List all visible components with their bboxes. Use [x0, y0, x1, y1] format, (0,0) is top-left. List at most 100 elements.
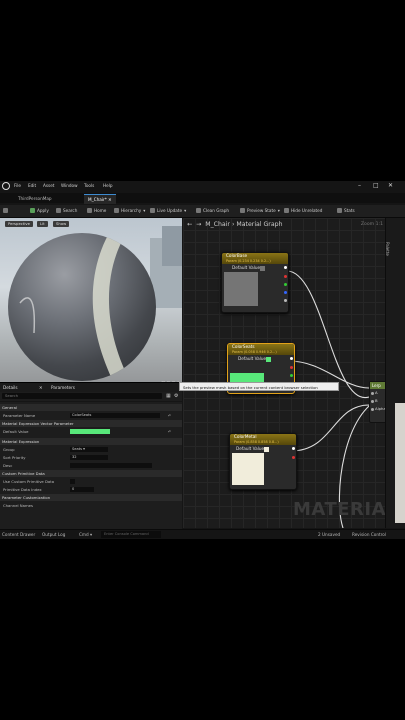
node-row-label: Default Value: [238, 356, 267, 361]
viewport-show-button[interactable]: Show: [53, 221, 70, 227]
hide-unrelated-button[interactable]: Hide Unrelated: [284, 208, 322, 213]
menu-file[interactable]: File: [14, 183, 21, 188]
viewport-lit-button[interactable]: Lit: [37, 221, 48, 227]
settings-gear-icon[interactable]: ⚙: [174, 393, 178, 399]
use-custom-label: Use Custom Primitive Data: [3, 479, 55, 484]
revision-control-button[interactable]: Revision Control: [352, 532, 386, 537]
save-button[interactable]: [3, 208, 8, 213]
output-pin-r[interactable]: [292, 456, 295, 459]
preview-state-icon: [240, 208, 245, 213]
section-parameter-customization[interactable]: Parameter Customization: [0, 494, 182, 501]
forward-arrow-icon[interactable]: →: [196, 221, 201, 228]
node-row-swatch[interactable]: [264, 447, 269, 452]
live-update-button[interactable]: Live Update ▾: [150, 208, 186, 213]
material-watermark: MATERIAL: [293, 499, 385, 520]
section-general[interactable]: General: [0, 404, 182, 411]
output-pin-rgb[interactable]: [292, 447, 295, 450]
menu-asset[interactable]: Asset: [43, 183, 54, 188]
breadcrumb-leaf[interactable]: Material Graph: [236, 221, 282, 228]
menu-bar: File Edit Asset Window Tools Help – □ ✕: [0, 181, 405, 191]
tab-m-chair[interactable]: M_Chair* ✕: [84, 194, 116, 204]
lerp-pin-b[interactable]: B: [370, 397, 386, 405]
back-arrow-icon[interactable]: ←: [187, 221, 192, 228]
default-value-color-swatch[interactable]: [70, 429, 110, 434]
node-header: ColorSeats Param (0.058 0.946 0.2...): [228, 344, 294, 355]
home-button[interactable]: Home: [87, 208, 106, 213]
parameter-name-field[interactable]: ColorSeats: [70, 413, 160, 418]
reset-icon[interactable]: ↶: [168, 428, 171, 435]
cmd-dropdown[interactable]: Cmd ▾: [79, 532, 92, 537]
output-pin-rgb[interactable]: [290, 357, 293, 360]
output-pin-g[interactable]: [290, 374, 293, 377]
content-drawer-button[interactable]: Content Drawer: [2, 532, 35, 537]
tab-parameters[interactable]: Parameters: [48, 384, 78, 391]
section-mevp[interactable]: Material Expression Vector Parameter: [0, 420, 182, 427]
grid-view-icon[interactable]: ▦: [166, 393, 171, 399]
node-row: Default Value: [222, 264, 288, 272]
sort-priority-field[interactable]: 32: [70, 455, 108, 460]
desc-row: Desc: [0, 462, 182, 469]
home-label: Home: [94, 208, 107, 213]
node-row-swatch[interactable]: [260, 266, 265, 271]
viewport-perspective-button[interactable]: Perspective: [5, 221, 33, 227]
menu-edit[interactable]: Edit: [28, 183, 36, 188]
apply-button[interactable]: Apply: [30, 208, 49, 213]
console-command-input[interactable]: Enter Console Command: [101, 531, 161, 538]
cmd-label: Cmd: [79, 532, 89, 537]
group-dropdown[interactable]: Seats ▾: [70, 447, 108, 452]
menu-window[interactable]: Window: [61, 183, 78, 188]
lerp-pin-b-label: B: [375, 398, 378, 403]
lerp-pin-alpha[interactable]: Alpha: [370, 405, 386, 413]
details-close-icon[interactable]: ✕: [36, 384, 46, 391]
primitive-index-field[interactable]: 0: [70, 487, 94, 492]
material-graph[interactable]: ← → M_Chair › Material Graph Zoom 1:1 Co…: [183, 218, 385, 528]
menu-help[interactable]: Help: [103, 183, 113, 188]
clean-graph-button[interactable]: Clean Graph: [196, 208, 229, 213]
output-pin-rgb[interactable]: [284, 266, 287, 269]
output-pin-r[interactable]: [284, 275, 287, 278]
sort-priority-row: Sort Priority 32: [0, 454, 182, 461]
output-pin-b[interactable]: [284, 291, 287, 294]
use-custom-row: Use Custom Primitive Data: [0, 478, 182, 485]
minimize-button[interactable]: –: [358, 182, 361, 189]
desc-field[interactable]: [70, 463, 152, 468]
output-log-button[interactable]: Output Log: [42, 532, 65, 537]
preview-state-button[interactable]: Preview State ▾: [240, 208, 280, 213]
section-custom-primitive-data[interactable]: Custom Primitive Data: [0, 470, 182, 477]
stats-button[interactable]: Stats: [337, 208, 355, 213]
background-window-glimpse: [395, 403, 405, 523]
node-row: Default Value: [228, 355, 294, 363]
tab-details[interactable]: Details: [0, 384, 21, 391]
use-custom-checkbox[interactable]: [70, 479, 75, 484]
breadcrumb-root[interactable]: M_Chair: [205, 221, 230, 228]
hierarchy-button[interactable]: Hierarchy ▾: [114, 208, 145, 213]
reset-icon[interactable]: ↶: [168, 412, 171, 419]
lerp-pin-a[interactable]: A: [370, 389, 386, 397]
node-colormetal[interactable]: ColorMetal Param (0.858 0.858 0.8...) De…: [229, 433, 297, 490]
tab-label: ThirdPersonMap: [18, 196, 52, 201]
default-value-label: Default Value: [3, 429, 29, 434]
menu-tools[interactable]: Tools: [84, 183, 94, 188]
close-button[interactable]: ✕: [388, 182, 393, 189]
output-pin-r[interactable]: [290, 366, 293, 369]
lerp-title: Lerp: [370, 382, 386, 389]
node-row-label: Default Value: [232, 265, 261, 270]
search-button[interactable]: Search: [56, 208, 77, 213]
node-header: ColorBase Param (0.234 0.234 0.2...): [222, 253, 288, 264]
section-material-expression[interactable]: Material Expression: [0, 438, 182, 445]
maximize-button[interactable]: □: [373, 182, 379, 189]
node-row-swatch[interactable]: [266, 357, 271, 362]
home-icon: [87, 208, 92, 213]
node-header: ColorMetal Param (0.858 0.858 0.8...): [230, 434, 296, 445]
tab-thirdpersonmap[interactable]: ThirdPersonMap: [14, 194, 56, 203]
preview-viewport[interactable]: Perspective Lit Show ◯ ▢ ⬡ ◉: [0, 218, 182, 391]
details-search-input[interactable]: Search: [2, 393, 162, 399]
desc-label: Desc: [3, 463, 13, 468]
unsaved-indicator[interactable]: 2 Unsaved: [318, 532, 340, 537]
details-panel: General Parameter Name ColorSeats ↶ Mate…: [0, 402, 182, 529]
output-pin-g[interactable]: [284, 283, 287, 286]
node-subtitle: Param (0.058 0.946 0.2...): [232, 349, 277, 354]
output-pin-a[interactable]: [284, 299, 287, 302]
parameter-name-row: Parameter Name ColorSeats ↶: [0, 412, 182, 419]
node-colorbase[interactable]: ColorBase Param (0.234 0.234 0.2...) Def…: [221, 252, 289, 313]
